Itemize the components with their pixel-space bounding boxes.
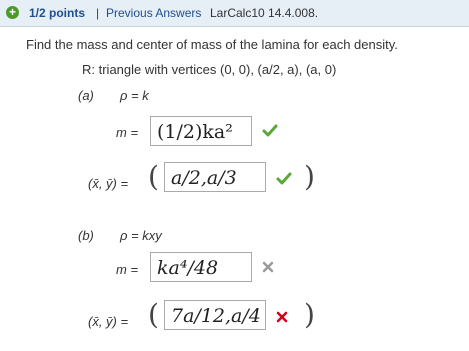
question-id: LarCalc10 14.4.008. bbox=[210, 6, 319, 20]
part-a-density: ρ = k bbox=[120, 88, 149, 103]
part-a-mass-input[interactable]: (1/2)ka² bbox=[150, 116, 252, 146]
part-b-center-input[interactable]: 7a/12,a/4 bbox=[164, 300, 266, 330]
left-paren: ( bbox=[148, 298, 159, 331]
question-header: + 1/2 points | Previous Answers LarCalc1… bbox=[0, 0, 469, 27]
part-a-label: (a) bbox=[78, 88, 94, 103]
region-description: R: triangle with vertices (0, 0), (a/2, … bbox=[82, 62, 337, 77]
part-a-center-input[interactable]: a/2,a/3 bbox=[164, 162, 266, 192]
part-a-mass-label: m = bbox=[116, 125, 139, 140]
header-separator: | bbox=[96, 6, 100, 20]
part-b-label: (b) bbox=[78, 228, 94, 243]
part-b-mass-input[interactable]: ka⁴/48 bbox=[150, 252, 252, 282]
x-mark-icon bbox=[276, 311, 288, 323]
check-icon bbox=[276, 172, 292, 185]
question-prompt: Find the mass and center of mass of the … bbox=[26, 37, 398, 52]
right-paren: ) bbox=[304, 160, 315, 193]
left-paren: ( bbox=[148, 160, 159, 193]
x-mark-icon bbox=[262, 261, 274, 273]
check-icon bbox=[262, 124, 278, 137]
part-b-mass-label: m = bbox=[116, 262, 139, 277]
plus-icon[interactable]: + bbox=[6, 6, 19, 19]
part-a-center-label: (x̄, ȳ) = bbox=[88, 176, 129, 191]
right-paren: ) bbox=[304, 298, 315, 331]
part-b-density: ρ = kxy bbox=[120, 228, 162, 243]
points-score: 1/2 points bbox=[29, 6, 86, 20]
previous-answers-link[interactable]: Previous Answers bbox=[106, 0, 201, 26]
part-b-center-label: (x̄, ȳ) = bbox=[88, 314, 129, 329]
